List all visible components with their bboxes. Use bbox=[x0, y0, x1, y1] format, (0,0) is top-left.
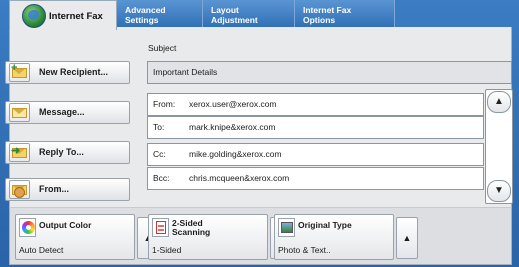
tab-internet-fax-options[interactable]: Internet Fax Options bbox=[295, 0, 395, 28]
output-color-button[interactable]: Output Color Auto Detect ▲ bbox=[15, 214, 159, 260]
from-icon bbox=[9, 180, 30, 199]
two-sided-scanning-button[interactable]: 2-Sided Scanning 1-Sided ▲ bbox=[148, 214, 292, 260]
original-type-button[interactable]: Original Type Photo & Text.. ▲ bbox=[274, 214, 418, 260]
original-type-value: Photo & Text.. bbox=[278, 245, 331, 255]
reply-to-button[interactable]: ➜ Reply To... bbox=[5, 141, 130, 164]
new-recipient-label: New Recipient... bbox=[39, 67, 109, 77]
cc-field[interactable]: Cc: mike.golding&xerox.com bbox=[147, 143, 484, 166]
original-type-up-icon[interactable]: ▲ bbox=[396, 217, 418, 259]
tab-bar: Internet Fax Advanced Settings Layout Ad… bbox=[0, 0, 519, 30]
two-sided-title: 2-Sided Scanning bbox=[172, 218, 211, 237]
from-label: From... bbox=[39, 184, 70, 194]
new-recipient-icon: + bbox=[9, 63, 30, 82]
cc-field-label: Cc: bbox=[153, 149, 166, 159]
photo-icon bbox=[278, 218, 295, 237]
bcc-field-label: Bcc: bbox=[153, 173, 170, 183]
bcc-field-value: chris.mcqueen&xerox.com bbox=[189, 173, 290, 183]
to-field[interactable]: To: mark.knipe&xerox.com bbox=[147, 116, 484, 139]
output-color-value: Auto Detect bbox=[19, 245, 64, 255]
message-label: Message... bbox=[39, 107, 85, 117]
scroll-up-button[interactable]: ▲ bbox=[487, 91, 511, 113]
tab-label: Internet Fax bbox=[49, 11, 103, 22]
subject-field[interactable]: Important Details bbox=[147, 61, 512, 84]
original-type-title: Original Type bbox=[298, 220, 352, 230]
internet-fax-screen: Internet Fax Advanced Settings Layout Ad… bbox=[0, 0, 519, 267]
message-button[interactable]: Message... bbox=[5, 101, 130, 124]
two-sided-icon bbox=[152, 218, 169, 237]
cc-field-value: mike.golding&xerox.com bbox=[189, 149, 282, 159]
tab-layout-adjustment[interactable]: Layout Adjustment bbox=[203, 0, 295, 28]
tab-internet-fax[interactable]: Internet Fax bbox=[9, 0, 117, 30]
reply-to-icon: ➜ bbox=[9, 143, 30, 162]
from-field-label: From: bbox=[153, 99, 176, 109]
envelope-icon bbox=[9, 103, 30, 122]
from-field[interactable]: From: xerox.user@xerox.com bbox=[147, 93, 484, 116]
two-sided-value: 1-Sided bbox=[152, 245, 182, 255]
address-scrollbar[interactable]: ▲ ▼ bbox=[485, 89, 513, 204]
globe-icon bbox=[22, 4, 46, 28]
new-recipient-button[interactable]: + New Recipient... bbox=[5, 61, 130, 84]
scroll-down-button[interactable]: ▼ bbox=[487, 180, 511, 202]
from-field-value: xerox.user@xerox.com bbox=[189, 99, 277, 109]
to-field-label: To: bbox=[153, 122, 165, 132]
color-wheel-icon bbox=[19, 218, 36, 237]
to-field-value: mark.knipe&xerox.com bbox=[189, 122, 276, 132]
reply-to-label: Reply To... bbox=[39, 147, 84, 157]
tab-advanced-settings[interactable]: Advanced Settings bbox=[117, 0, 203, 28]
bcc-field[interactable]: Bcc: chris.mcqueen&xerox.com bbox=[147, 167, 484, 190]
subject-label: Subject bbox=[148, 43, 177, 53]
output-color-title: Output Color bbox=[39, 220, 92, 230]
from-button[interactable]: From... bbox=[5, 178, 130, 201]
